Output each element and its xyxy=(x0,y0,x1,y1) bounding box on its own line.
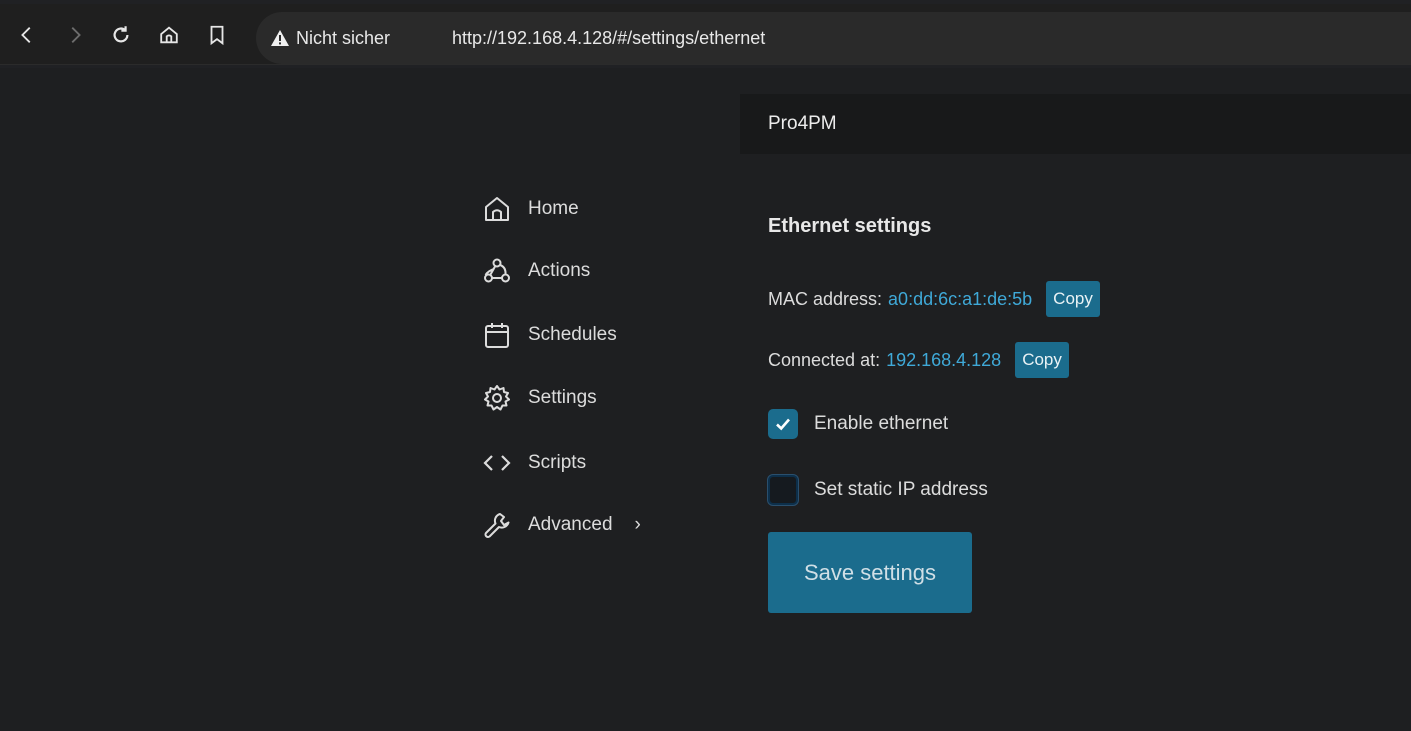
url-text[interactable]: http://192.168.4.128/#/settings/ethernet xyxy=(452,25,765,51)
sidebar-item-label: Scripts xyxy=(528,452,587,473)
home-icon xyxy=(485,197,509,221)
enable-ethernet-label: Enable ethernet xyxy=(814,413,949,434)
sidebar-item-settings[interactable]: Settings xyxy=(482,381,597,415)
sidebar-item-label: Home xyxy=(528,198,579,219)
calendar-icon xyxy=(485,323,509,348)
back-icon[interactable] xyxy=(14,22,40,48)
sidebar-item-schedules[interactable]: Schedules xyxy=(482,318,617,352)
sidebar-item-advanced[interactable]: Advanced › xyxy=(482,508,641,542)
checkmark-icon xyxy=(776,418,790,431)
code-icon xyxy=(483,455,511,471)
address-bar[interactable] xyxy=(256,12,1411,64)
static-ip-label: Set static IP address xyxy=(814,479,988,500)
sidebar-item-label: Actions xyxy=(528,260,591,281)
save-settings-button[interactable]: Save settings xyxy=(768,532,972,613)
webhook-icon xyxy=(484,258,510,283)
mac-address-label: MAC address: xyxy=(768,288,883,309)
ip-address-label: Connected at: xyxy=(768,349,881,370)
device-name: Pro4PM xyxy=(768,113,837,134)
browser-nav-bar: Nicht sicher http://192.168.4.128/#/sett… xyxy=(0,4,1411,65)
bookmark-icon[interactable] xyxy=(204,22,230,48)
wrench-icon xyxy=(484,513,510,538)
home-page-icon[interactable] xyxy=(156,22,182,48)
gear-icon xyxy=(484,385,510,411)
warning-icon xyxy=(271,30,289,46)
ip-address-value: 192.168.4.128 xyxy=(886,349,1002,370)
sidebar-item-label: Advanced xyxy=(528,514,613,535)
forward-icon[interactable] xyxy=(62,22,88,48)
sidebar-item-scripts[interactable]: Scripts xyxy=(482,446,586,480)
mac-address-value: a0:dd:6c:a1:de:5b xyxy=(888,288,1033,309)
security-label: Nicht sicher xyxy=(296,27,391,48)
static-ip-row: Set static IP address xyxy=(768,473,988,507)
chevron-right-icon: › xyxy=(634,514,641,535)
page-title: Ethernet settings xyxy=(768,215,932,237)
sidebar-item-actions[interactable]: Actions xyxy=(482,254,590,288)
device-header xyxy=(740,94,1411,154)
enable-ethernet-row: Enable ethernet xyxy=(768,407,948,441)
app-content xyxy=(6,68,1411,731)
sidebar-item-label: Schedules xyxy=(528,324,617,345)
copy-ip-button[interactable]: Copy xyxy=(1015,342,1069,378)
copy-mac-button[interactable]: Copy xyxy=(1046,281,1100,317)
sidebar-item-home[interactable]: Home xyxy=(482,192,579,226)
ip-address-row: Connected at: 192.168.4.128 Copy xyxy=(768,342,1069,378)
mac-address-row: MAC address: a0:dd:6c:a1:de:5b Copy xyxy=(768,281,1100,317)
sidebar-item-label: Settings xyxy=(528,387,597,408)
enable-ethernet-checkbox[interactable] xyxy=(768,409,798,439)
reload-icon[interactable] xyxy=(108,22,134,48)
security-indicator[interactable]: Nicht sicher xyxy=(270,25,390,51)
static-ip-checkbox[interactable] xyxy=(768,475,798,505)
